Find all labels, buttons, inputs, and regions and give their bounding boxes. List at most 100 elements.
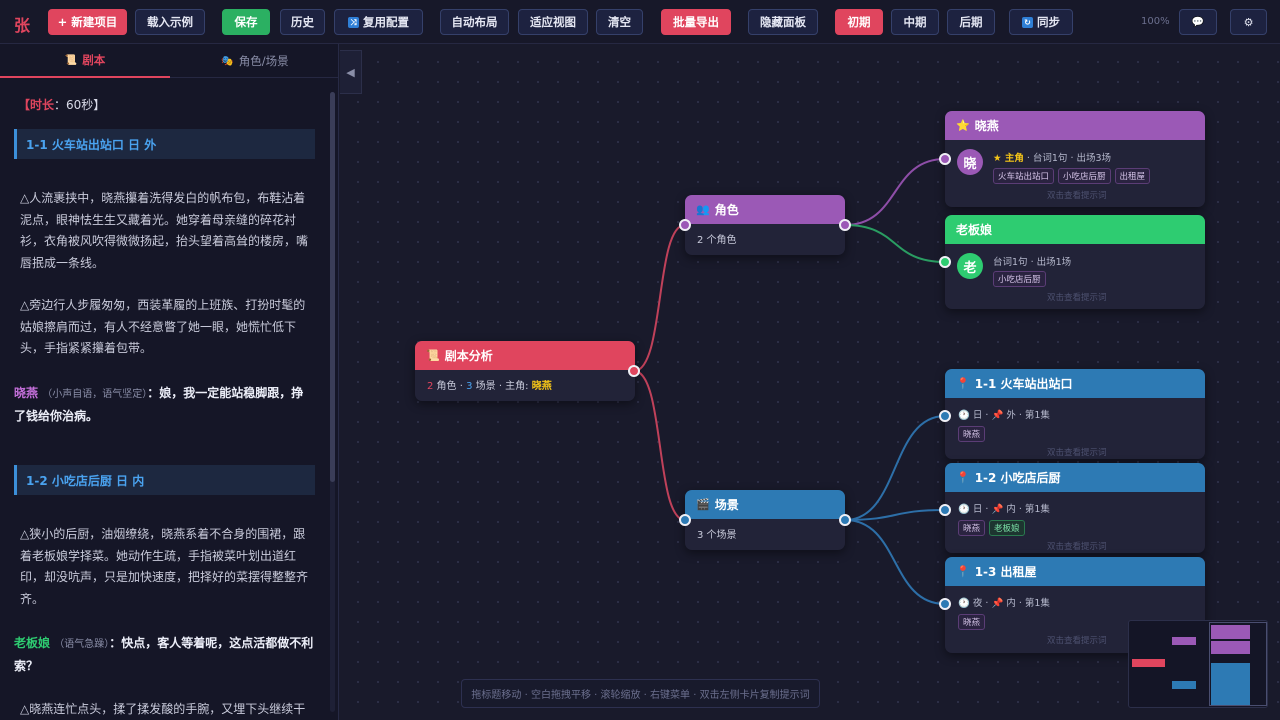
collapse-panel-button[interactable]: ◀	[340, 50, 362, 94]
character-node[interactable]: ⭐ 晓燕 晓 ★ 主角 · 台词1句 · 出场3场 火车站出站口 小吃店后厨 出租屋 …	[945, 111, 1205, 207]
save-button[interactable]: 保存	[222, 9, 270, 35]
minimap[interactable]	[1128, 620, 1268, 708]
tab-script[interactable]: 📜 剧本	[0, 44, 170, 78]
node-header[interactable]: 👥 角色	[685, 195, 845, 224]
input-port[interactable]	[939, 153, 951, 165]
stage-early-button[interactable]: 初期	[835, 9, 883, 35]
pin-icon: 📌	[991, 504, 1004, 515]
node-header[interactable]: 📜 剧本分析	[415, 341, 635, 370]
node-header[interactable]: 📍 1-2 小吃店后厨	[945, 463, 1205, 492]
chat-button[interactable]: 💬	[1179, 9, 1217, 35]
input-port[interactable]	[939, 256, 951, 268]
scene-node[interactable]: 📍 1-2 小吃店后厨 🕐 日 · 📌 内 · 第1集 晓燕 老板娘 双击查看提示词	[945, 463, 1205, 553]
node-title: 1-2 小吃店后厨	[974, 471, 1061, 485]
clock-icon: 🕐	[958, 504, 970, 515]
character-stats: 台词1句 · 出场1场	[993, 257, 1072, 268]
tag-list: 晓燕 老板娘	[958, 520, 1029, 536]
tag-list: 小吃店后厨	[993, 271, 1050, 287]
interaction-hint: 拖标题移动 · 空白拖拽平移 · 滚轮缩放 · 右键菜单 · 双击左侧卡片复制提…	[461, 679, 820, 708]
lead-badge: ★ 主角	[993, 153, 1024, 164]
minimap-viewport[interactable]	[1209, 622, 1267, 706]
dialogue-line: 晓燕 （小声自语，语气坚定）：娘，我一定能站稳脚跟，挣了钱给你治病。	[14, 383, 314, 427]
scene-time: 日	[972, 410, 983, 421]
mask-icon: 🎭	[221, 55, 234, 67]
clock-icon: 🕐	[958, 410, 970, 421]
pin-icon: 📌	[991, 598, 1004, 609]
reuse-config-button[interactable]: ⤨ 复用配置	[334, 9, 423, 35]
zoom-level: 100%	[1141, 16, 1170, 27]
clapperboard-icon: 🎬	[696, 498, 710, 511]
tag: 出租屋	[1114, 168, 1151, 184]
node-header[interactable]: 🎬 场景	[685, 490, 845, 519]
avatar: 老	[957, 253, 983, 279]
tag-list: 晓燕	[958, 614, 989, 630]
people-icon: 👥	[696, 203, 710, 216]
pin-icon: 📍	[956, 471, 970, 484]
action-paragraph: △人流裹挟中，晓燕攥着洗得发白的帆布包，布鞋沾着泥点，眼神怯生生又藏着光。她穿着…	[20, 191, 309, 270]
duration-label: 【时长	[18, 98, 55, 112]
minimap-scenes	[1172, 681, 1196, 689]
double-click-hint: 双击查看提示词	[1047, 191, 1107, 201]
sync-button[interactable]: ↻ 同步	[1009, 9, 1073, 35]
node-header[interactable]: ⭐ 晓燕	[945, 111, 1205, 140]
output-port[interactable]	[839, 219, 851, 231]
dialogue-note: （语气急躁）	[54, 639, 110, 650]
avatar: 晓	[957, 149, 983, 175]
scenes-label: 场景 · 主角:	[472, 381, 532, 392]
settings-button[interactable]: ⚙	[1230, 9, 1267, 35]
scene-meta: 🕐 日 · 📌 内 · 第1集	[958, 504, 1050, 515]
scroll-icon: 📜	[426, 349, 440, 362]
gear-icon: ⚙	[1243, 15, 1254, 29]
output-port[interactable]	[628, 365, 640, 377]
tag: 小吃店后厨	[993, 271, 1046, 287]
minimap-roles	[1172, 637, 1196, 645]
input-port[interactable]	[679, 514, 691, 526]
double-click-hint: 双击查看提示词	[1047, 448, 1107, 458]
input-port[interactable]	[939, 504, 951, 516]
scenes-group-node[interactable]: 🎬 场景 3 个场景	[685, 490, 845, 550]
root-analysis-node[interactable]: 📜 剧本分析 2 角色 · 3 场景 · 主角: 晓燕	[415, 341, 635, 401]
stage-late-button[interactable]: 后期	[947, 9, 995, 35]
batch-export-button[interactable]: 批量导出	[661, 9, 731, 35]
script-panel: 📜 剧本 🎭 角色/场景 【时长：60秒】 1-1 火车站出站口 日 外 △人流裹挟…	[0, 44, 339, 720]
node-header[interactable]: 📍 1-1 火车站出站口	[945, 369, 1205, 398]
output-port[interactable]	[839, 514, 851, 526]
action-paragraph: △旁边行人步履匆匆，西装革履的上班族、打扮时髦的姑娘擦肩而过，有人不经意瞥了她一…	[20, 298, 306, 355]
scroll-icon: 📜	[64, 54, 78, 66]
node-header[interactable]: 老板娘	[945, 215, 1205, 244]
app-logo: 张	[14, 16, 31, 35]
double-click-hint: 双击查看提示词	[1047, 542, 1107, 552]
node-title: 老板娘	[956, 223, 993, 237]
scene-heading[interactable]: 1-2 小吃店后厨 日 内	[14, 465, 315, 495]
stage-mid-button[interactable]: 中期	[891, 9, 939, 35]
scene-node[interactable]: 📍 1-1 火车站出站口 🕐 日 · 📌 外 · 第1集 晓燕 双击查看提示词	[945, 369, 1205, 459]
character-node[interactable]: 老板娘 老 台词1句 · 出场1场 小吃店后厨 双击查看提示词	[945, 215, 1205, 309]
pin-icon: 📍	[956, 565, 970, 578]
tab-characters-scenes[interactable]: 🎭 角色/场景	[170, 44, 338, 78]
node-title: 1-1 火车站出站口	[974, 377, 1073, 391]
new-project-button[interactable]: + 新建项目	[48, 9, 127, 35]
input-port[interactable]	[939, 410, 951, 422]
dialogue-line: 老板娘 （语气急躁）：快点，客人等着呢，这点活都做不利索？	[14, 633, 314, 677]
duration-value: ：60秒】	[54, 98, 106, 112]
fit-view-button[interactable]: 适应视图	[518, 9, 588, 35]
roles-label: 角色 ·	[433, 381, 467, 392]
minimap-root	[1132, 659, 1165, 667]
node-header[interactable]: 📍 1-3 出租屋	[945, 557, 1205, 586]
hide-panel-button[interactable]: 隐藏面板	[748, 9, 818, 35]
sync-icon: ↻	[1022, 16, 1033, 28]
duration-line: 【时长：60秒】	[18, 96, 105, 113]
history-button[interactable]: 历史	[280, 9, 325, 35]
auto-layout-button[interactable]: 自动布局	[440, 9, 509, 35]
load-example-button[interactable]: 载入示例	[135, 9, 205, 35]
action-paragraph: △晓燕连忙点头，揉了揉发酸的手腕，又埋下头继续干	[20, 702, 306, 716]
scene-heading[interactable]: 1-1 火车站出站口 日 外	[14, 129, 315, 159]
input-port[interactable]	[679, 219, 691, 231]
input-port[interactable]	[939, 598, 951, 610]
scrollbar-thumb[interactable]	[330, 92, 335, 482]
speaker-name: 晓燕	[14, 386, 39, 400]
character-meta: ★ 主角 · 台词1句 · 出场3场	[993, 150, 1111, 164]
roles-group-node[interactable]: 👥 角色 2 个角色	[685, 195, 845, 255]
clear-button[interactable]: 清空	[596, 9, 643, 35]
tag: 晓燕	[958, 520, 986, 536]
